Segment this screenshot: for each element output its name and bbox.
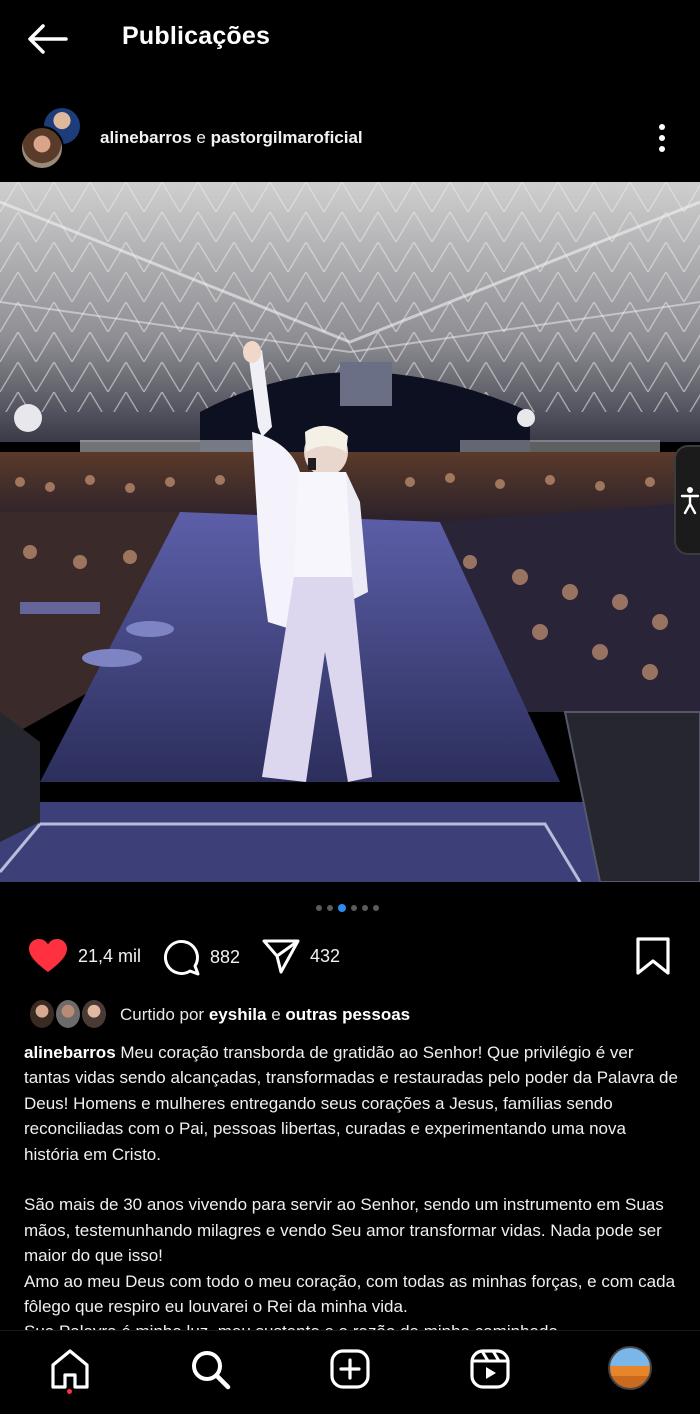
carousel-indicator	[316, 904, 379, 912]
concert-photo	[0, 182, 700, 882]
arrow-left-icon[interactable]	[26, 22, 68, 56]
comment-icon	[164, 940, 200, 976]
search-icon[interactable]	[188, 1347, 232, 1391]
caption-paragraph-1: Meu coração transborda de gratidão ao Se…	[24, 1043, 678, 1164]
page-title: Publicações	[122, 22, 271, 50]
comment-button[interactable]: 882	[162, 938, 240, 976]
share-button[interactable]: 432	[262, 938, 340, 974]
post-caption: alinebarros Meu coração transborda de gr…	[24, 1040, 680, 1332]
liker-avatar	[54, 998, 82, 1030]
home-icon[interactable]	[48, 1347, 92, 1391]
carousel-dot	[373, 905, 379, 911]
carousel-dot	[316, 905, 322, 911]
like-count[interactable]: 21,4 mil	[78, 946, 141, 967]
liked-by-user[interactable]: eyshila	[209, 1005, 267, 1024]
post-authors[interactable]: alinebarros e pastorgilmaroficial	[100, 128, 363, 148]
author-primary[interactable]: alinebarros	[100, 128, 192, 147]
carousel-dot	[327, 905, 333, 911]
author-avatars[interactable]	[20, 106, 86, 172]
caption-paragraph-2: São mais de 30 anos vivendo para servir …	[24, 1195, 664, 1266]
author-joiner: e	[191, 128, 211, 147]
carousel-dot-active	[338, 904, 346, 912]
bookmark-icon[interactable]	[634, 936, 672, 976]
liker-avatar	[80, 998, 108, 1030]
action-bar: 21,4 mil 882 432	[0, 930, 700, 984]
kebab-menu-icon[interactable]	[650, 120, 674, 156]
liked-by-others[interactable]: outras pessoas	[285, 1005, 410, 1024]
heart-filled-icon	[29, 939, 67, 972]
author-secondary[interactable]: pastorgilmaroficial	[211, 128, 363, 147]
liked-by-prefix: Curtido por	[120, 1005, 209, 1024]
create-icon[interactable]	[328, 1347, 372, 1391]
home-active-indicator	[67, 1389, 72, 1394]
accessibility-button[interactable]	[674, 445, 700, 555]
reels-icon[interactable]	[468, 1347, 512, 1391]
top-bar: Publicações	[0, 0, 700, 80]
caption-paragraph-3: Amo ao meu Deus com todo o meu coração, …	[24, 1271, 676, 1317]
like-button[interactable]: 21,4 mil	[28, 938, 141, 974]
carousel-dot	[351, 905, 357, 911]
paper-plane-icon	[262, 939, 300, 974]
liked-by-text: Curtido por eyshila e outras pessoas	[120, 1005, 410, 1025]
post-image[interactable]	[0, 182, 700, 882]
bottom-nav	[0, 1330, 700, 1414]
comment-count: 882	[210, 946, 241, 967]
liker-avatar	[28, 998, 56, 1030]
liked-by-row[interactable]: Curtido por eyshila e outras pessoas	[28, 998, 688, 1034]
profile-avatar[interactable]	[608, 1346, 652, 1390]
carousel-dot	[362, 905, 368, 911]
share-count: 432	[310, 945, 341, 966]
caption-username[interactable]: alinebarros	[24, 1043, 116, 1062]
liked-by-suffix: e	[266, 1005, 286, 1024]
avatar-primary	[20, 126, 64, 170]
accessibility-icon	[680, 487, 700, 515]
